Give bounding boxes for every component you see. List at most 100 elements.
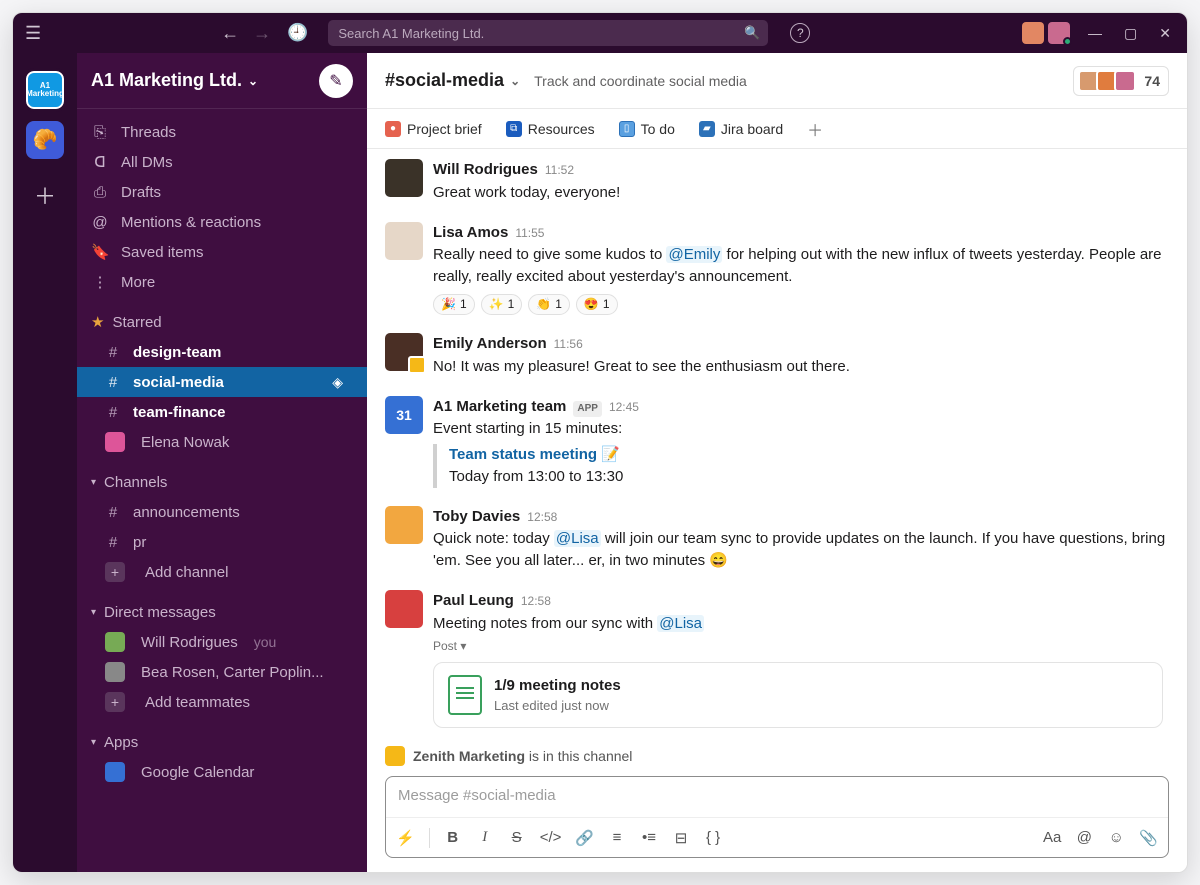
dm-name: Bea Rosen, Carter Poplin... [141,664,324,681]
link-button[interactable]: 🔗 [575,829,594,847]
message: Emily Anderson 11:56 No! It was my pleasu… [367,329,1187,382]
bold-button[interactable]: B [444,829,462,846]
status-dot [1063,37,1072,46]
app-avatar[interactable]: 31 [385,396,423,434]
app-google-calendar[interactable]: Google Calendar [77,757,367,787]
mention[interactable]: @Emily [666,246,722,263]
starred-channel-social-media[interactable]: #social-media◈ [77,367,367,397]
message-text: No! It was my pleasure! Great to see the… [433,356,1169,378]
message-body: Emily Anderson 11:56 No! It was my pleasu… [433,333,1169,378]
user-avatar[interactable] [385,333,423,371]
user-avatar[interactable] [385,159,423,197]
user-avatar[interactable] [385,222,423,260]
channel-announcements[interactable]: # announcements [77,497,367,527]
add-bookmark-button[interactable]: ＋ [807,117,823,141]
post-menu[interactable]: Post ▾ [433,638,1169,655]
mention[interactable]: @Lisa [657,615,704,632]
section-apps[interactable]: ▾Apps [77,727,367,757]
composer-input[interactable]: Message #social-media [386,777,1168,817]
italic-button[interactable]: I [476,829,494,846]
history-icon[interactable]: 🕘 [287,23,308,43]
shortcuts-icon[interactable]: ⚡ [396,829,415,847]
message-author[interactable]: Lisa Amos [433,222,508,244]
sidebar-item-threads[interactable]: ⎘Threads [77,117,367,147]
message-author[interactable]: Emily Anderson [433,333,547,355]
member-chip[interactable]: 74 [1073,66,1169,96]
message-body: Paul Leung12:58 Meeting notes from our s… [433,590,1169,728]
section-dms[interactable]: ▾Direct messages [77,597,367,627]
bookmark-project-brief[interactable]: ●Project brief [385,121,482,137]
user-avatar-2[interactable] [1048,22,1070,44]
sidebar-item-drafts[interactable]: ⎙Drafts [77,177,367,207]
starred-channel-design-team[interactable]: #design-team [77,337,367,367]
compose-button[interactable]: ✎ [319,64,353,98]
workspace-title[interactable]: A1 Marketing Ltd. ⌄ [91,70,309,91]
close-icon[interactable]: ✕ [1155,25,1175,42]
plus-icon: + [105,562,125,582]
section-starred[interactable]: ★Starred [77,307,367,337]
channel-name: Add channel [145,564,228,581]
reaction[interactable]: 🎉1 [433,294,475,315]
attachment[interactable]: 1/9 meeting notes Last edited just now [433,662,1163,729]
attach-button[interactable]: 📎 [1139,829,1158,847]
message-time: 11:56 [554,336,583,353]
channel-title[interactable]: #social-media ⌄ [385,70,520,91]
channel-pr[interactable]: #pr [77,527,367,557]
reaction[interactable]: ✨1 [481,294,523,315]
user-avatar-1[interactable] [1022,22,1044,44]
dms-icon: ᗡ [91,153,109,171]
message-time: 11:55 [515,225,544,242]
add-channel-button[interactable]: + Add channel [77,557,367,587]
add-teammates-button[interactable]: +Add teammates [77,687,367,717]
workspace-icon-2[interactable]: 🥐 [26,121,64,159]
message-author[interactable]: A1 Marketing team [433,396,566,418]
bookmark-resources[interactable]: ⧉Resources [506,121,595,137]
reaction[interactable]: 😍1 [576,294,618,315]
code-button[interactable]: </> [540,829,562,846]
channel-name: announcements [133,504,240,521]
dropbox-icon: ⧉ [506,121,522,137]
sidebar-item-more[interactable]: ⋮More [77,267,367,297]
workspace-name: A1 Marketing Ltd. [91,70,242,91]
message-composer: Message #social-media ⚡ B I S </> 🔗 ≡ •≡… [385,776,1169,858]
dm-group[interactable]: Bea Rosen, Carter Poplin... [77,657,367,687]
event-title[interactable]: Team status meeting [449,446,597,463]
message-author[interactable]: Paul Leung [433,590,514,612]
user-avatar[interactable] [385,590,423,628]
hash-icon: # [105,504,121,521]
search-input[interactable]: Search A1 Marketing Ltd. 🔍 [328,20,768,46]
message-author[interactable]: Will Rodrigues [433,159,538,181]
strike-button[interactable]: S [508,829,526,846]
help-icon[interactable]: ? [790,23,810,43]
starred-channel-team-finance[interactable]: #team-finance [77,397,367,427]
bullet-list-button[interactable]: •≡ [640,829,658,846]
back-icon[interactable]: ← [221,23,239,44]
blockquote-button[interactable]: ⊟ [672,829,690,847]
menu-icon[interactable]: ☰ [25,23,41,44]
message-author[interactable]: Toby Davies [433,506,520,528]
workspace-icon-1[interactable]: A1 Marketing [26,71,64,109]
ordered-list-button[interactable]: ≡ [608,829,626,846]
dm-will[interactable]: Will Rodriguesyou [77,627,367,657]
add-workspace-icon[interactable]: ＋ [34,179,56,211]
user-avatar[interactable] [385,506,423,544]
maximize-icon[interactable]: ▢ [1120,25,1141,42]
starred-user-elena[interactable]: Elena Nowak [77,427,367,457]
formatting-button[interactable]: Aa [1043,829,1061,846]
minimize-icon[interactable]: — [1084,25,1106,41]
bookmark-todo[interactable]: ▯To do [619,121,675,137]
event-time: Today from 13:00 to 13:30 [449,466,1169,488]
mention[interactable]: @Lisa [554,530,601,547]
sidebar-item-dms[interactable]: ᗡAll DMs [77,147,367,177]
sidebar-item-mentions[interactable]: @Mentions & reactions [77,207,367,237]
sidebar-item-saved[interactable]: 🔖Saved items [77,237,367,267]
slack-window: ☰ ← → 🕘 Search A1 Marketing Ltd. 🔍 ? — ▢… [12,12,1188,873]
reaction[interactable]: 👏1 [528,294,570,315]
code-block-button[interactable]: { } [704,829,722,846]
emoji-button[interactable]: ☺ [1107,829,1125,846]
mention-button[interactable]: @ [1075,829,1093,846]
message-list[interactable]: Will Rodrigues11:52 Great work today, ev… [367,149,1187,738]
section-channels[interactable]: ▾Channels [77,467,367,497]
forward-icon[interactable]: → [253,23,271,44]
bookmark-jira[interactable]: ▰Jira board [699,121,783,137]
